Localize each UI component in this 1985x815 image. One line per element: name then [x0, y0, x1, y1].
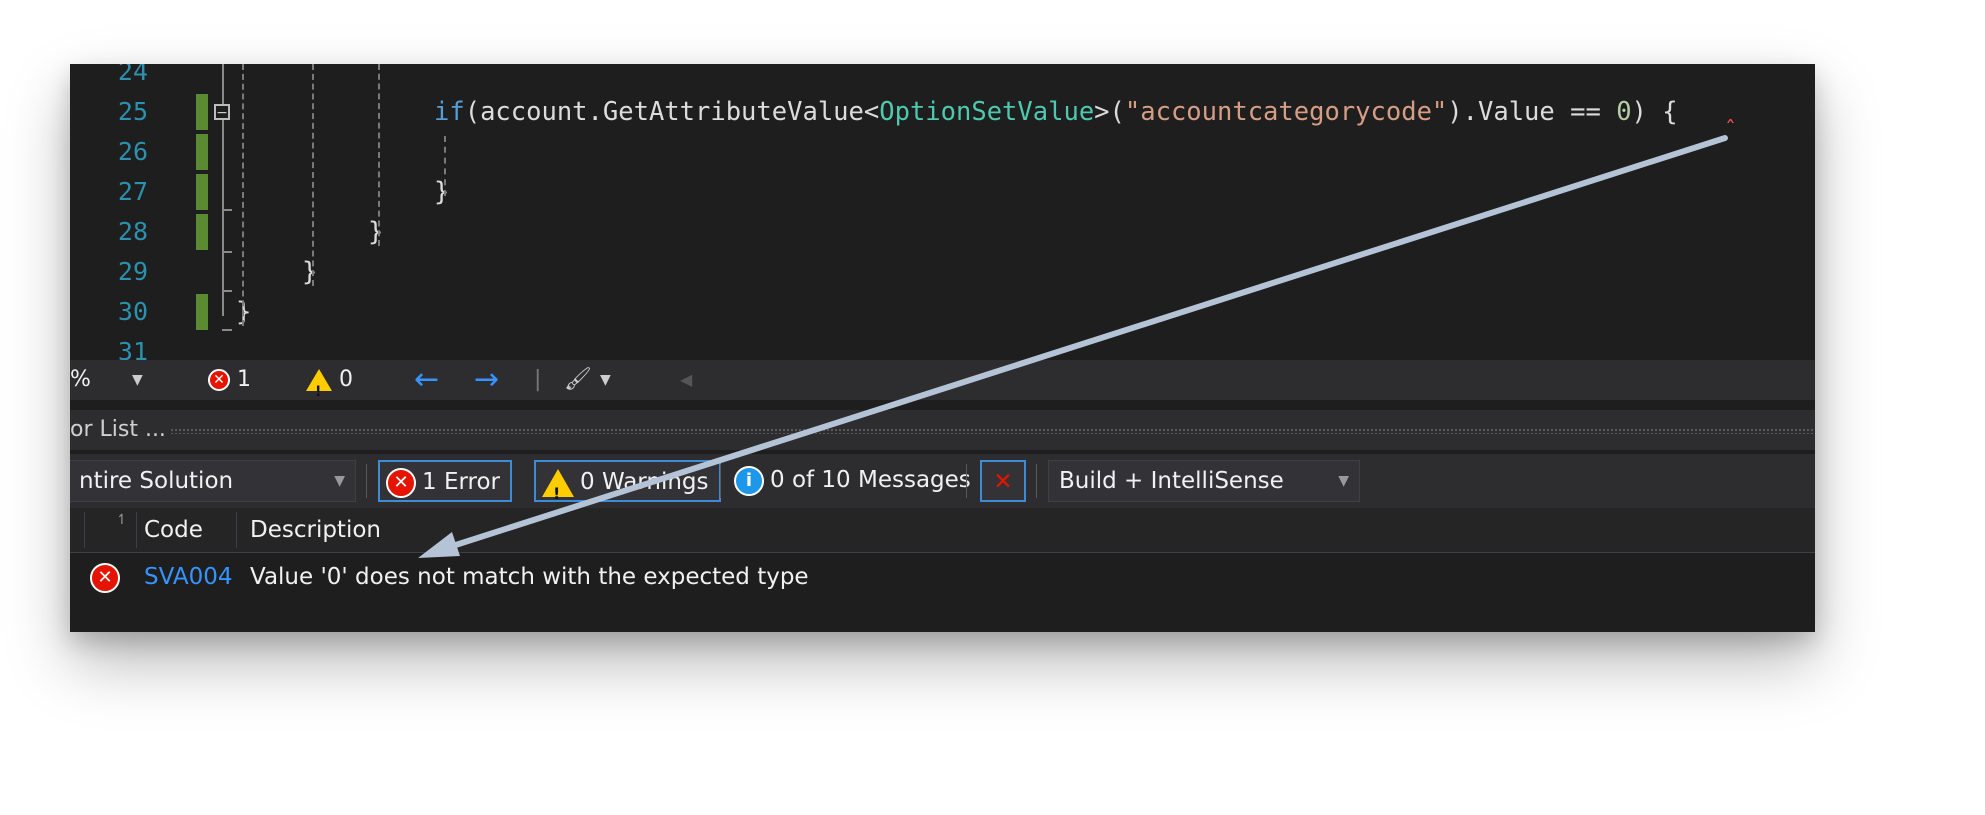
change-marker: [196, 134, 208, 170]
cleanup-brush-icon[interactable]: 🖌: [564, 360, 592, 400]
error-icon: ✕: [208, 369, 230, 391]
outline-guide: [222, 329, 232, 331]
line-number: 25: [117, 97, 148, 126]
code-line: 26: [70, 132, 1815, 172]
indent-guide: [378, 64, 380, 246]
scroll-left-icon[interactable]: ◀: [680, 360, 692, 400]
outline-guide: [222, 251, 232, 253]
code-line: 30 }: [70, 292, 1815, 332]
toolbar-separator: [366, 464, 367, 498]
info-icon: i: [734, 465, 764, 496]
line-number: 24: [117, 64, 148, 86]
indent-guide: [312, 64, 314, 286]
line-number: 29: [117, 257, 148, 286]
messages-filter-label: 0 of 10 Messages: [770, 467, 971, 493]
collapse-toggle[interactable]: −: [214, 104, 230, 120]
number-literal: 0: [1616, 97, 1632, 127]
cleanup-dropdown-arrow[interactable]: ▼: [600, 360, 611, 400]
change-marker: [196, 174, 208, 210]
error-list-title-bar: or List ...: [70, 410, 1815, 450]
source-value: Build + IntelliSense: [1059, 468, 1284, 494]
error-list-column-header: ↿ Code Description: [70, 508, 1815, 553]
closing-brace: }: [434, 177, 450, 207]
error-icon: ✕: [386, 467, 416, 498]
code-line: 28 }: [70, 212, 1815, 252]
errors-filter-button[interactable]: ✕ 1 Error: [378, 460, 513, 502]
line-number: 26: [117, 137, 148, 166]
code-fragment: ).Value ==: [1447, 97, 1617, 127]
change-marker: [196, 294, 208, 330]
error-list-title[interactable]: or List ...: [70, 410, 166, 450]
error-squiggle: ˆ: [1725, 118, 1736, 143]
type-name: OptionSetValue: [879, 97, 1095, 127]
error-count: 1: [237, 367, 251, 392]
error-count-indicator[interactable]: ✕ 1: [208, 360, 251, 400]
keyword-if: if: [434, 97, 465, 127]
code-line: 31: [70, 332, 1815, 360]
chevron-down-icon: ▼: [334, 473, 345, 489]
indent-guide: [444, 136, 446, 196]
toolbar-separator: [1036, 464, 1037, 498]
column-divider: [84, 512, 85, 548]
toolbar-separator: [966, 464, 967, 498]
chevron-down-icon: ▼: [1338, 473, 1349, 489]
column-header-code[interactable]: Code: [144, 508, 203, 552]
next-arrow-icon[interactable]: →: [474, 360, 499, 400]
line-number: 30: [117, 297, 148, 326]
scope-value: ntire Solution: [79, 468, 234, 494]
messages-filter-button[interactable]: i0 of 10 Messages: [734, 460, 971, 502]
line-number: 27: [117, 177, 148, 206]
warning-icon: !: [542, 468, 574, 503]
table-row[interactable]: ✕ SVA004 Value '0' does not match with t…: [70, 554, 1815, 600]
warnings-filter-label: 0 Warnings: [580, 469, 709, 495]
warnings-filter-button[interactable]: ! 0 Warnings: [534, 460, 721, 503]
code-line: 25 if(account.GetAttributeValue<OptionSe…: [70, 92, 1815, 132]
divider: |: [534, 367, 542, 392]
outline-guide: [222, 290, 232, 292]
closing-brace: }: [302, 257, 318, 287]
line-number: 28: [117, 217, 148, 246]
change-marker: [196, 214, 208, 250]
error-severity-icon: ✕: [90, 554, 126, 600]
error-icon: ✕: [90, 562, 120, 593]
warning-count: 0: [339, 367, 353, 392]
error-description: Value '0' does not match with the expect…: [250, 564, 809, 590]
error-code-link[interactable]: SVA004: [144, 554, 233, 600]
string-literal: "accountcategorycode": [1124, 97, 1448, 127]
closing-brace: }: [368, 217, 384, 247]
code-line: 29 }: [70, 252, 1815, 292]
indent-guide: [242, 64, 244, 326]
outline-guide: [222, 209, 232, 211]
error-list-toolbar: ntire Solution ▼ ✕ 1 Error ! 0 Warnings i0…: [70, 454, 1815, 508]
warning-icon: !: [306, 369, 332, 400]
code-editor[interactable]: 24 25 if(account.GetAttributeValue<Optio…: [70, 64, 1815, 360]
code-fragment: (account.GetAttributeValue<: [464, 97, 880, 127]
change-marker: [196, 94, 208, 130]
code-text[interactable]: if(account.GetAttributeValue<OptionSetVa…: [434, 92, 1678, 132]
previous-arrow-icon[interactable]: ←: [414, 360, 439, 400]
code-fragment: ) {: [1631, 97, 1678, 127]
code-line: 24: [70, 64, 1815, 92]
toolbar-separator: [720, 464, 721, 498]
code-fragment: >(: [1094, 97, 1125, 127]
scope-dropdown[interactable]: ntire Solution ▼: [70, 460, 356, 502]
line-number: 31: [117, 337, 148, 360]
column-divider: [236, 512, 237, 548]
errors-filter-label: 1 Error: [422, 469, 501, 495]
editor-status-strip: % ▼ ✕ 1 ! 0 ← → | 🖌 ▼ ◀: [70, 360, 1815, 400]
code-line: 27 }: [70, 172, 1815, 212]
zoom-level[interactable]: %: [70, 360, 91, 400]
visual-studio-window: 24 25 if(account.GetAttributeValue<Optio…: [70, 64, 1815, 632]
warning-count-indicator[interactable]: ! 0: [306, 360, 353, 400]
column-divider: [136, 512, 137, 548]
clear-filter-icon[interactable]: ✕: [980, 460, 1026, 502]
zoom-dropdown-arrow[interactable]: ▼: [132, 360, 143, 400]
column-header-description[interactable]: Description: [250, 508, 381, 552]
source-dropdown[interactable]: Build + IntelliSense ▼: [1048, 460, 1360, 502]
sort-icon[interactable]: ↿: [116, 498, 128, 542]
drag-grip[interactable]: [170, 428, 1815, 434]
outline-guide: [222, 120, 224, 316]
